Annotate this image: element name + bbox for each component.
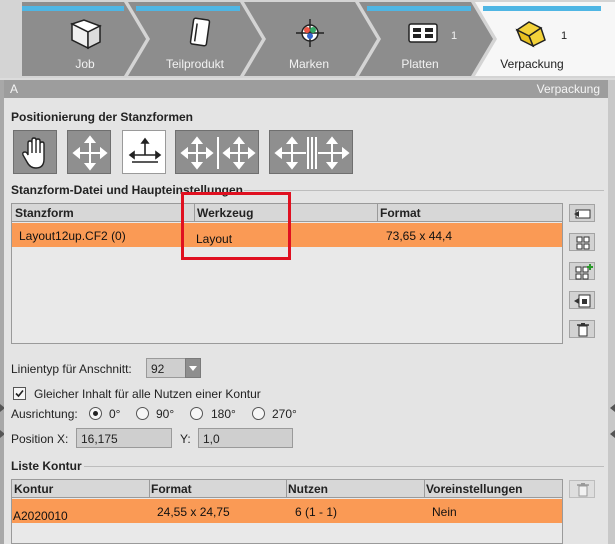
checkmark-icon — [15, 389, 24, 398]
orientation-radio-90[interactable] — [136, 407, 149, 420]
panel-header-right-title: Verpackung — [536, 82, 600, 96]
tab-verpackung[interactable]: 1 Verpackung — [475, 2, 615, 76]
hand-tool-button[interactable] — [13, 130, 57, 174]
register-mark-icon — [296, 19, 324, 47]
expand-right-arrow-icon[interactable] — [610, 430, 615, 438]
move-arrows-icon — [72, 135, 108, 171]
cell-format: 73,65 x 44,4 — [386, 229, 453, 243]
orientation-label: Ausrichtung: — [11, 407, 78, 421]
move-split-button[interactable] — [175, 130, 259, 174]
panel-header-left-title: A — [10, 82, 19, 96]
collapse-right-arrow-icon[interactable] — [610, 404, 615, 412]
line-type-dropdown-button[interactable] — [185, 358, 201, 378]
packaging-icon — [515, 21, 546, 48]
grid-button[interactable] — [569, 233, 595, 251]
tab-platten-count: 1 — [451, 30, 458, 42]
hand-icon — [22, 137, 45, 169]
chevron-down-icon — [189, 366, 197, 371]
cell-format: 24,55 x 24,75 — [157, 505, 230, 519]
panel-header: A Verpackung — [4, 80, 608, 98]
column-separator[interactable] — [286, 480, 287, 498]
import-button[interactable] — [569, 204, 595, 222]
column-header-format[interactable]: Format — [380, 206, 421, 220]
same-content-checkbox[interactable] — [13, 387, 26, 400]
tab-platten[interactable]: 1 Platten — [359, 2, 493, 76]
trash-icon — [577, 483, 589, 497]
column-header-kontur[interactable]: Kontur — [14, 482, 53, 496]
cell-nutzen: 6 (1 - 1) — [295, 505, 338, 519]
same-content-label: Gleicher Inhalt für alle Nutzen einer Ko… — [34, 387, 261, 401]
line-type-select[interactable]: 92 — [146, 358, 186, 378]
column-header-nutzen[interactable]: Nutzen — [288, 482, 328, 496]
cell-kontur: A2020010 — [13, 509, 68, 523]
tab-teilprodukt-label: Teilprodukt — [165, 57, 225, 71]
document-icon — [189, 17, 211, 47]
contour-list-section-rule — [84, 466, 604, 467]
tab-verpackung-count: 1 — [561, 30, 568, 42]
tab-marken[interactable]: Marken — [244, 2, 377, 76]
export-icon — [574, 294, 591, 308]
column-separator[interactable] — [377, 204, 378, 222]
align-bottom-button[interactable] — [122, 130, 166, 174]
delete-die-button[interactable] — [569, 320, 595, 338]
tab-teilprodukt[interactable]: Teilprodukt — [128, 2, 262, 76]
column-separator[interactable] — [149, 480, 150, 498]
orientation-option-180-label: 180° — [211, 407, 236, 421]
position-x-label: Position X: — [11, 432, 69, 446]
annotation-highlight-box — [181, 192, 291, 260]
column-header-voreinstellungen[interactable]: Voreinstellungen — [426, 482, 522, 496]
die-file-section-rule — [244, 190, 604, 191]
contour-table: Kontur Format Nutzen Voreinstellungen A2… — [11, 479, 563, 544]
book-icon — [70, 19, 102, 50]
import-icon — [574, 209, 591, 219]
cell-voreinstellungen: Nein — [432, 505, 457, 519]
delete-contour-button[interactable] — [569, 480, 595, 498]
move-button[interactable] — [67, 130, 111, 174]
trash-icon — [577, 323, 589, 337]
positioning-section-title: Positionierung der Stanzformen — [11, 110, 194, 124]
plates-icon — [408, 23, 438, 43]
orientation-option-270-label: 270° — [272, 407, 297, 421]
column-header-stanzform[interactable]: Stanzform — [15, 206, 74, 220]
grid-add-button[interactable] — [569, 262, 595, 280]
workflow-tab-bar: Job Teilprodukt Marken 1 Platten 1 Verpa… — [0, 0, 615, 78]
contour-list-section-title: Liste Kontur — [11, 459, 82, 473]
orientation-radio-0[interactable] — [89, 407, 102, 420]
orientation-radio-180[interactable] — [190, 407, 203, 420]
column-header-format[interactable]: Format — [151, 482, 192, 496]
tab-job-label: Job — [75, 57, 95, 71]
position-x-input[interactable]: 16,175 — [76, 428, 172, 448]
orientation-option-90-label: 90° — [156, 407, 175, 421]
right-edge-bar — [608, 80, 615, 544]
tab-marken-label: Marken — [288, 57, 329, 71]
orientation-option-0-label: 0° — [109, 407, 121, 421]
align-bottom-icon — [128, 137, 162, 163]
cell-stanzform: Layout12up.CF2 (0) — [19, 229, 126, 243]
orientation-radio-270[interactable] — [252, 407, 265, 420]
tab-platten-label: Platten — [401, 57, 439, 71]
mirror-split-icon — [274, 136, 350, 170]
line-type-label: Linientyp für Anschnitt: — [11, 362, 132, 376]
mirror-split-button[interactable] — [269, 130, 353, 174]
move-split-icon — [180, 136, 256, 170]
contour-table-header: Kontur Format Nutzen Voreinstellungen — [12, 480, 562, 498]
export-button[interactable] — [569, 291, 595, 309]
grid-icon — [576, 236, 590, 250]
tab-verpackung-label: Verpackung — [500, 57, 564, 71]
grid-add-icon — [575, 264, 593, 280]
position-y-label: Y: — [180, 432, 191, 446]
position-y-input[interactable]: 1,0 — [198, 428, 293, 448]
table-row[interactable]: A2020010 24,55 x 24,75 6 (1 - 1) Nein — [12, 499, 562, 523]
column-separator[interactable] — [424, 480, 425, 498]
